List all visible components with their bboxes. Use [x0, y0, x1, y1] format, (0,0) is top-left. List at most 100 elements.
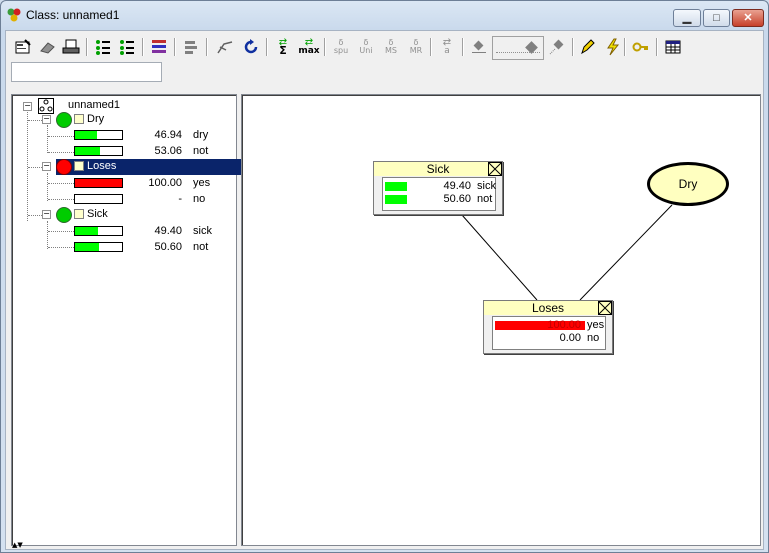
dry-node-square: [74, 114, 84, 124]
minimize-button[interactable]: ▁: [673, 9, 701, 27]
refresh-icon: [244, 39, 258, 54]
loses-state-name-yes: yes: [193, 177, 211, 189]
eraser-button[interactable]: [36, 36, 58, 58]
close-button[interactable]: ✕: [732, 9, 764, 27]
loses-node-circle[interactable]: [56, 159, 72, 175]
arrow-a-icon: ⇄ a: [442, 37, 452, 56]
zoom-out-button[interactable]: [468, 36, 490, 58]
minimize-icon: ▁: [682, 12, 692, 24]
sick-value-sick: 49.40: [443, 180, 471, 192]
loses-network-node[interactable]: Loses 100.00 yes 0.00 no: [483, 300, 613, 354]
sick-collapse-toggle[interactable]: −: [42, 210, 51, 219]
zoom-out-icon: [472, 40, 486, 53]
sick-close-icon[interactable]: [488, 162, 502, 176]
ms-button[interactable]: δ MS: [380, 36, 402, 58]
tree-scroll-arrows[interactable]: ▲▼: [12, 541, 23, 549]
application-window: Class: unnamed1 ▁ □ ✕ ⇄ Σ ⇄ max δ spu δ …: [0, 0, 769, 553]
dry-state-value-not: 53.06: [154, 145, 182, 157]
sick-node-square: [74, 209, 84, 219]
dry-state-bar-not: [74, 146, 123, 156]
node-tree-panel[interactable]: − unnamed1 − Dry 46.94 dry 53.06 not − L…: [11, 94, 242, 546]
tree-node-sick[interactable]: Sick: [87, 208, 108, 220]
lightning-icon: [607, 38, 620, 56]
window-title: Class: unnamed1: [26, 8, 120, 22]
sick-node-circle[interactable]: [56, 207, 72, 223]
tree-root-label[interactable]: unnamed1: [68, 99, 120, 111]
sick-network-node[interactable]: Sick 49.40 sick 50.60 not: [373, 161, 503, 215]
uni-icon: δ Uni: [359, 38, 373, 55]
maximize-icon: □: [713, 12, 720, 24]
loses-node-square: [74, 161, 84, 171]
zoom-slider[interactable]: [492, 36, 544, 60]
loses-node-title: Loses: [484, 301, 612, 315]
toolbar: ⇄ Σ ⇄ max δ spu δ Uni δ MS δ MR ⇄ a: [10, 34, 760, 60]
search-input[interactable]: [11, 62, 162, 82]
sick-state-name-not: not: [193, 241, 209, 253]
print-button[interactable]: [60, 36, 82, 58]
sick-node-title: Sick: [374, 162, 502, 176]
title-bar[interactable]: Class: unnamed1 ▁ □ ✕: [1, 1, 768, 30]
dry-network-node[interactable]: Dry: [647, 162, 729, 206]
tree-node-dry[interactable]: Dry: [87, 113, 104, 125]
align-icon: [185, 41, 197, 54]
ms-icon: δ MS: [385, 38, 397, 55]
print-icon: [62, 39, 80, 54]
key-button[interactable]: [630, 36, 652, 58]
key-icon: [632, 42, 648, 52]
refresh-button[interactable]: [240, 36, 262, 58]
sick-name-not: not: [477, 193, 493, 205]
align-button[interactable]: [180, 36, 202, 58]
zoom-in-button[interactable]: [546, 36, 568, 58]
loses-name-yes: yes: [587, 319, 605, 331]
sick-state-name-sick: sick: [193, 225, 212, 237]
grid-button[interactable]: [662, 36, 684, 58]
dry-state-value-dry: 46.94: [154, 129, 182, 141]
sum-propagate-button[interactable]: ⇄ Σ: [272, 36, 294, 58]
grid-icon: [665, 40, 681, 54]
spu-button[interactable]: δ spu: [330, 36, 352, 58]
loses-value-no: 0.00: [559, 332, 581, 344]
node-list-icon-2: [120, 40, 134, 55]
mr-icon: δ MR: [409, 38, 423, 55]
dry-collapse-toggle[interactable]: −: [42, 115, 51, 124]
arrows-button[interactable]: [214, 36, 236, 58]
max-propagate-icon: ⇄ max: [298, 37, 320, 56]
zoom-in-icon: [549, 39, 564, 55]
loses-state-value-no: -: [178, 193, 182, 205]
mr-button[interactable]: δ MR: [405, 36, 427, 58]
max-propagate-button[interactable]: ⇄ max: [298, 36, 320, 58]
root-collapse-toggle[interactable]: −: [23, 102, 32, 111]
pencil-button[interactable]: [576, 36, 598, 58]
sick-state-bar-sick: [74, 226, 123, 236]
arrow-a-button[interactable]: ⇄ a: [436, 36, 458, 58]
properties-button[interactable]: [12, 36, 34, 58]
loses-collapse-toggle[interactable]: −: [42, 162, 51, 171]
app-icon: [7, 8, 21, 22]
loses-state-bar-yes: [74, 178, 123, 188]
node-list-button-1[interactable]: [92, 36, 114, 58]
tree-node-loses[interactable]: Loses: [87, 160, 116, 172]
loses-state-bar-no: [74, 194, 123, 204]
network-icon: [38, 98, 54, 114]
loses-name-no: no: [587, 332, 600, 344]
loses-state-value-yes: 100.00: [148, 177, 182, 189]
sick-name-sick: sick: [477, 180, 496, 192]
lightning-button[interactable]: [602, 36, 624, 58]
sick-state-value-sick: 49.40: [154, 225, 182, 237]
loses-close-icon[interactable]: [598, 301, 612, 315]
client-area: ⇄ Σ ⇄ max δ spu δ Uni δ MS δ MR ⇄ a − un…: [5, 30, 764, 550]
node-list-icon-1: [96, 40, 110, 55]
sum-propagate-icon: ⇄ Σ: [278, 36, 288, 57]
network-canvas[interactable]: Sick 49.40 sick 50.60 not Dry Loses 100.…: [241, 94, 761, 546]
color-bars-button[interactable]: [148, 36, 170, 58]
maximize-button[interactable]: □: [703, 9, 730, 27]
edge-sick-loses: [461, 214, 538, 301]
edge-dry-loses: [579, 204, 673, 301]
uni-button[interactable]: δ Uni: [355, 36, 377, 58]
node-list-button-2[interactable]: [116, 36, 138, 58]
sick-state-bar-not: [74, 242, 123, 252]
sick-state-value-not: 50.60: [154, 241, 182, 253]
arrows-icon: [217, 41, 233, 54]
close-icon: ✕: [743, 12, 753, 24]
dry-node-circle[interactable]: [56, 112, 72, 128]
